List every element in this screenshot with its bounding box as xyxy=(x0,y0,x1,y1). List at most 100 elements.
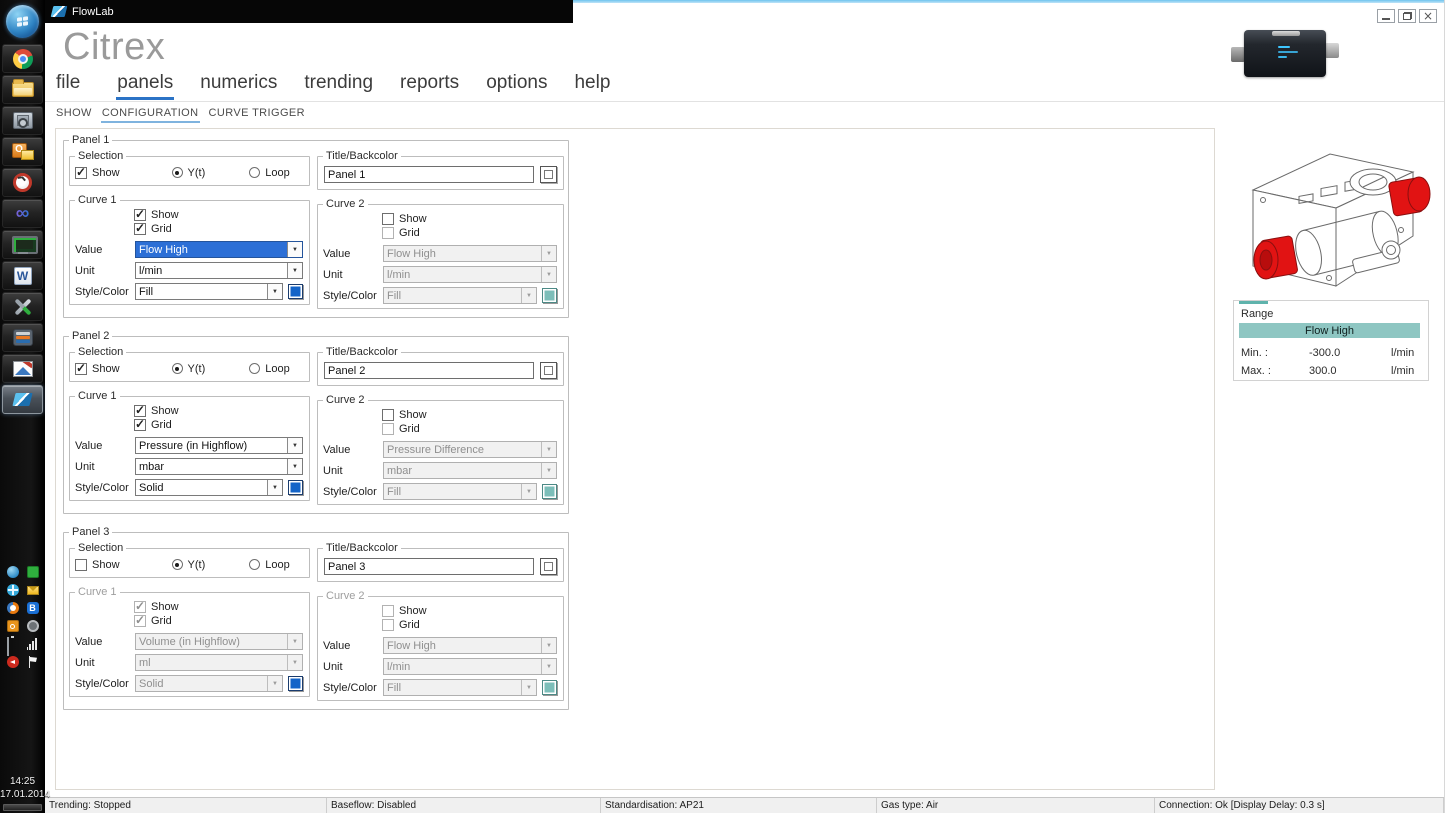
menu-options[interactable]: options xyxy=(485,72,548,100)
panel-2-yt-radio[interactable] xyxy=(172,363,183,374)
panel-1-title-input[interactable] xyxy=(324,166,534,183)
dropdown-value: l/min xyxy=(384,661,541,673)
dropdown-value: Solid xyxy=(136,482,267,494)
minimize-button[interactable] xyxy=(1377,9,1395,23)
show-desktop-button[interactable] xyxy=(3,804,42,811)
taskbar-clock[interactable]: 14:25 17.01.2014 xyxy=(0,775,45,801)
safe-icon xyxy=(13,112,33,129)
panel-2-curve-1-style-dropdown[interactable]: Solid▼ xyxy=(135,479,283,496)
snowflake-tray-icon[interactable] xyxy=(7,584,19,596)
taskbar-tools-button[interactable] xyxy=(2,292,43,321)
panel-1-curve-1-grid-checkbox[interactable] xyxy=(134,223,146,235)
tab-show[interactable]: SHOW xyxy=(55,107,93,123)
panel-3-loop-radio[interactable] xyxy=(249,559,260,570)
menu-reports[interactable]: reports xyxy=(399,72,460,100)
panel-2-curve-2-grid-checkbox[interactable] xyxy=(382,423,394,435)
muted-speaker-tray-icon[interactable] xyxy=(7,656,19,668)
menu-file[interactable]: file xyxy=(55,72,81,100)
panel-2-curve-1-color-swatch[interactable] xyxy=(288,480,303,495)
panel-1-curve-1-style-dropdown[interactable]: Fill▼ xyxy=(135,283,283,300)
panel-2-curve-1-unit-dropdown[interactable]: mbar▼ xyxy=(135,458,303,475)
panel-1-yt-radio[interactable] xyxy=(172,167,183,178)
panel-1-curve-1-color-swatch[interactable] xyxy=(288,284,303,299)
close-button[interactable]: × xyxy=(1419,9,1437,23)
panel-2-curve-1-grid-checkbox[interactable] xyxy=(134,419,146,431)
panel-3-title-input[interactable] xyxy=(324,558,534,575)
panel-2-curve-1-group: Curve 1 Show Grid Value Pressure (in Hig… xyxy=(69,390,310,501)
restore-button[interactable] xyxy=(1398,9,1416,23)
unit-label: Unit xyxy=(75,461,135,473)
mail-tray-icon[interactable] xyxy=(27,586,39,595)
panel-2-curve-1-show-checkbox[interactable] xyxy=(134,405,146,417)
flowlab-logo-icon xyxy=(51,6,68,17)
sync-tray-icon[interactable] xyxy=(7,602,19,614)
panel-3-show-checkbox[interactable] xyxy=(75,559,87,571)
panel-1-curve-2-grid-checkbox[interactable] xyxy=(382,227,394,239)
panel-2-title-backcolor-group: Title/Backcolor xyxy=(317,346,564,386)
clock-time: 14:25 xyxy=(0,775,45,788)
tab-configuration[interactable]: CONFIGURATION xyxy=(101,107,200,123)
menu-trending[interactable]: trending xyxy=(303,72,374,100)
menu-numerics[interactable]: numerics xyxy=(199,72,278,100)
panel-1-curve-2-color-swatch[interactable] xyxy=(542,288,557,303)
dropdown-value: mbar xyxy=(136,461,287,473)
taskbar-safe-button[interactable] xyxy=(2,106,43,135)
network-tray-icon[interactable] xyxy=(7,566,19,578)
panel-2-backcolor-button[interactable] xyxy=(540,362,557,379)
taskbar-word-button[interactable]: W xyxy=(2,261,43,290)
panel-1-backcolor-button[interactable] xyxy=(540,166,557,183)
battery-tray-icon[interactable] xyxy=(7,638,19,650)
signal-tray-icon[interactable] xyxy=(27,638,39,650)
taskbar-outlook-button[interactable] xyxy=(2,137,43,166)
value-label: Value xyxy=(75,636,135,648)
panel-1-curve-1-value-dropdown[interactable]: Flow High▼ xyxy=(135,241,303,258)
panel-1-curve-2-show-checkbox[interactable] xyxy=(382,213,394,225)
panel-1-title: Panel 1 xyxy=(69,134,112,146)
panel-1-loop-radio[interactable] xyxy=(249,167,260,178)
volume-device-tray-icon[interactable] xyxy=(27,620,39,632)
panel-2-title-input[interactable] xyxy=(324,362,534,379)
panel-2-curve-1-value-dropdown[interactable]: Pressure (in Highflow)▼ xyxy=(135,437,303,454)
panel-3-curve-2-group: Curve 2 Show Grid Value Flow High▼ Unit … xyxy=(317,590,564,701)
panel-2-loop-radio[interactable] xyxy=(249,363,260,374)
flag-tray-icon[interactable] xyxy=(27,656,39,668)
panel-3-curve-1-group: Curve 1 Show Grid Value Volume (in Highf… xyxy=(69,586,310,697)
max-unit: l/min xyxy=(1391,365,1420,377)
taskbar-image-viewer-button[interactable] xyxy=(2,354,43,383)
taskbar-alarm-button[interactable] xyxy=(2,168,43,197)
taskbar-file-explorer-button[interactable] xyxy=(2,75,43,104)
panel-3-backcolor-button[interactable] xyxy=(540,558,557,575)
tab-curve-trigger[interactable]: CURVE TRIGGER xyxy=(208,107,306,123)
panel-3-curve-1-color-swatch[interactable] xyxy=(288,676,303,691)
min-unit: l/min xyxy=(1391,347,1420,359)
taskbar-infinity-button[interactable]: ∞ xyxy=(2,199,43,228)
show-label: Show xyxy=(399,213,427,225)
value-label: Value xyxy=(323,444,383,456)
panel-1-curve-1-show-checkbox[interactable] xyxy=(134,209,146,221)
panel-3-yt-radio[interactable] xyxy=(172,559,183,570)
panel-2-curve-2-color-swatch[interactable] xyxy=(542,484,557,499)
menu-help[interactable]: help xyxy=(573,72,611,100)
panel-1-show-checkbox[interactable] xyxy=(75,167,87,179)
taskbar-vmware-button[interactable] xyxy=(2,323,43,352)
show-label: Show xyxy=(92,167,120,179)
panel-2-show-checkbox[interactable] xyxy=(75,363,87,375)
panel-3-curve-2-color-swatch[interactable] xyxy=(542,680,557,695)
panel-1-curve-1-unit-dropdown[interactable]: l/min▼ xyxy=(135,262,303,279)
menu-panels[interactable]: panels xyxy=(116,72,174,100)
start-button[interactable] xyxy=(6,5,39,38)
screen: ∞ W B 14:25 17.01.2014 xyxy=(0,0,1445,813)
taskbar-flowlab-button[interactable] xyxy=(2,385,43,414)
green-status-tray-icon[interactable] xyxy=(27,566,39,578)
taskbar-chrome-button[interactable] xyxy=(2,44,43,73)
taskbar-remote-desktop-button[interactable] xyxy=(2,230,43,259)
panel-2-curve-2-show-checkbox[interactable] xyxy=(382,409,394,421)
bluetooth-tray-icon[interactable]: B xyxy=(27,602,39,614)
device-body xyxy=(1244,30,1326,77)
panel-1-curve-2-unit-dropdown: l/min▼ xyxy=(383,266,557,283)
orange-app-tray-icon[interactable] xyxy=(7,620,19,632)
windows-taskbar: ∞ W B 14:25 17.01.2014 xyxy=(0,0,45,813)
panel-1-title-backcolor-group: Title/Backcolor xyxy=(317,150,564,190)
window-title: FlowLab xyxy=(72,6,114,18)
minimize-icon xyxy=(1382,18,1390,20)
